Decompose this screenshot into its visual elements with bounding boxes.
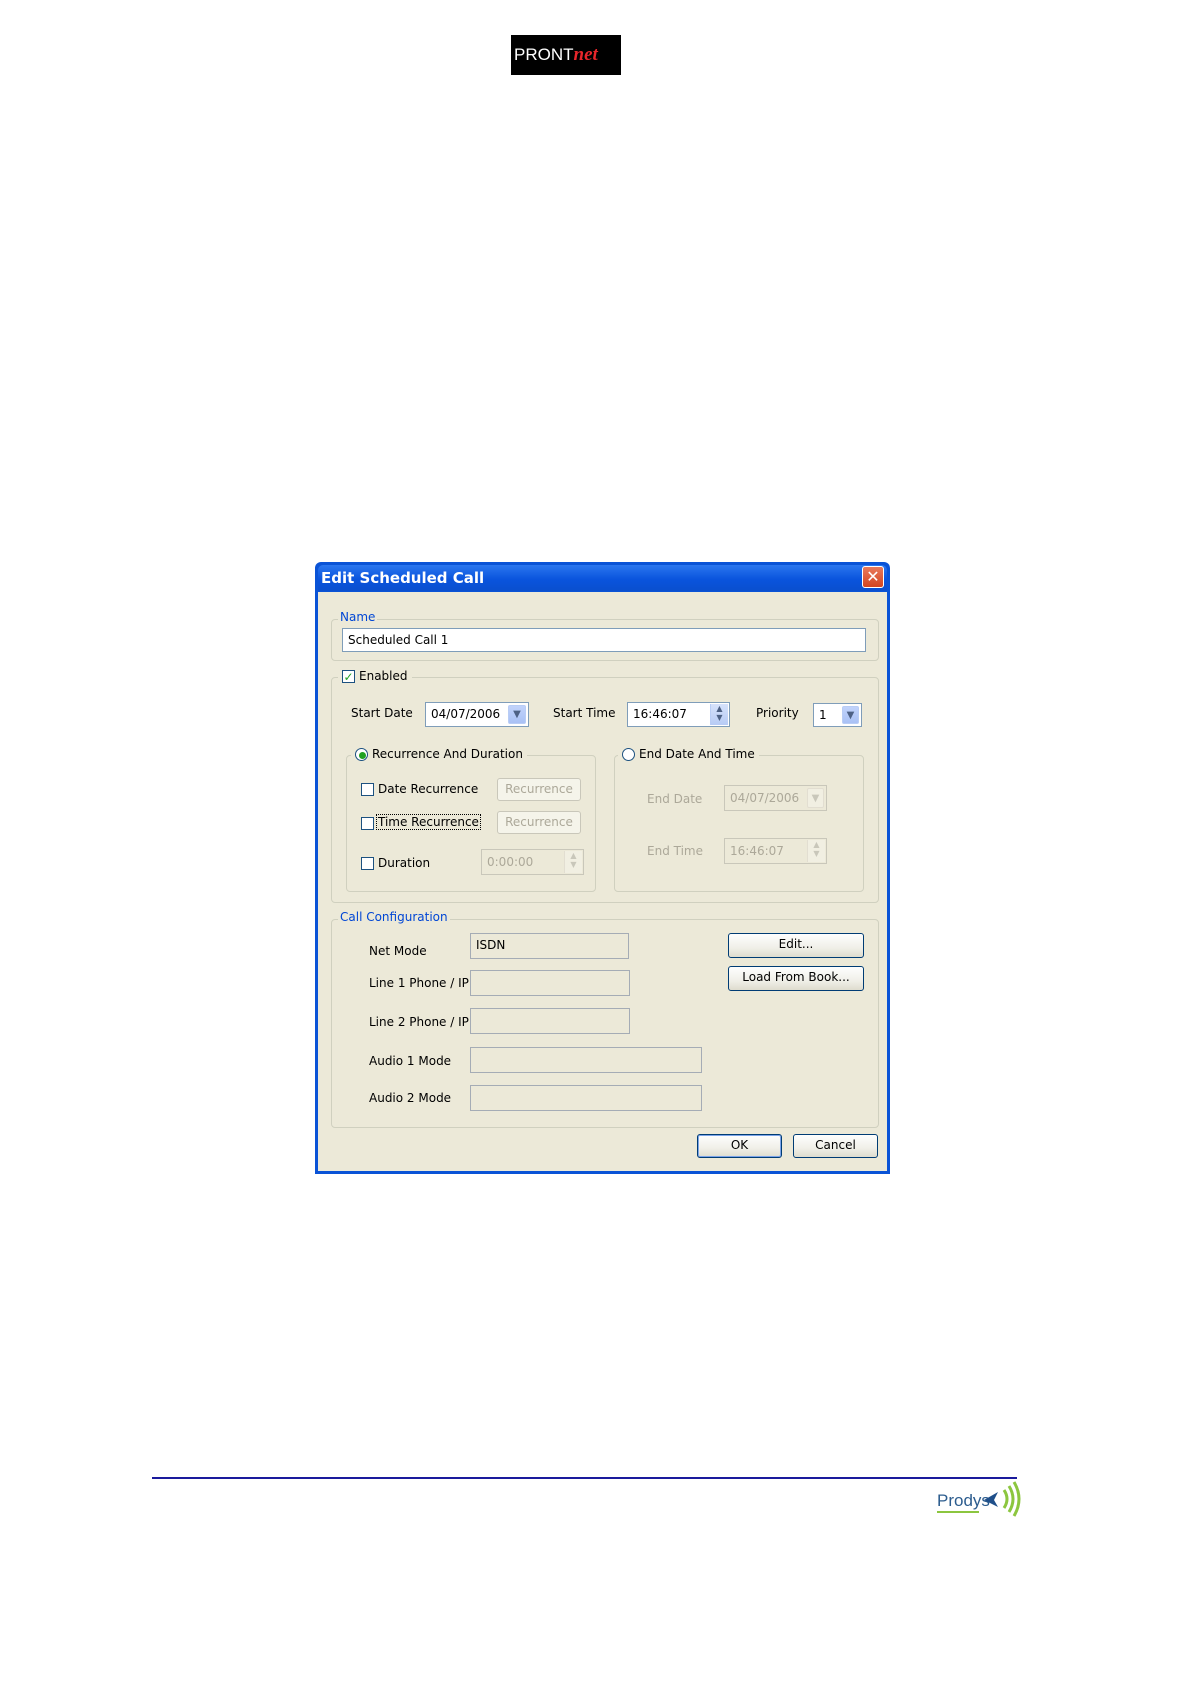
time-recurrence-checkbox[interactable] [361, 817, 374, 830]
end-time-value: 16:46:07 [730, 844, 784, 858]
start-date-picker[interactable]: 04/07/2006 ▼ [425, 702, 529, 727]
priority-select[interactable]: 1 ▼ [813, 703, 862, 727]
date-recurrence-button[interactable]: Recurrence [497, 778, 581, 801]
duration-spin-icon[interactable]: ▲ ▼ [564, 851, 582, 873]
priority-label: Priority [756, 706, 799, 720]
start-time-value: 16:46:07 [633, 707, 687, 721]
end-date-dropdown-icon[interactable]: ▼ [807, 788, 824, 808]
end-date-group [614, 755, 864, 892]
start-time-spin-icon[interactable]: ▲ ▼ [710, 704, 728, 725]
prodys-wave-icon [984, 1481, 1021, 1517]
end-date-group-legend: End Date And Time [618, 747, 759, 763]
close-button[interactable]: ✕ [862, 566, 884, 588]
end-date-label: End Date [647, 792, 703, 806]
date-recurrence-checkbox[interactable] [361, 783, 374, 796]
line2-field [470, 1008, 630, 1034]
recurrence-group-legend: Recurrence And Duration [351, 747, 527, 763]
end-time-label: End Time [647, 844, 703, 858]
footer-rule [152, 1477, 1017, 1479]
end-time-spinner[interactable]: 16:46:07 ▲ ▼ [724, 838, 827, 864]
line1-field [470, 970, 630, 996]
start-date-value: 04/07/2006 [431, 707, 501, 721]
time-recurrence-button[interactable]: Recurrence [497, 811, 581, 834]
cancel-button[interactable]: Cancel [793, 1134, 878, 1158]
name-group-legend: Name [338, 610, 378, 624]
start-date-label: Start Date [351, 706, 413, 720]
line2-label: Line 2 Phone / IP [369, 1015, 469, 1029]
line1-label: Line 1 Phone / IP [369, 976, 469, 990]
close-icon: ✕ [866, 567, 880, 586]
duration-spinner[interactable]: 0:00:00 ▲ ▼ [481, 849, 584, 875]
audio1-field [470, 1047, 702, 1073]
start-time-label: Start Time [553, 706, 616, 720]
recurrence-radio[interactable] [355, 748, 368, 761]
load-from-book-button[interactable]: Load From Book... [728, 966, 864, 991]
priority-value: 1 [819, 708, 827, 722]
enabled-checkbox[interactable]: ✓ [342, 670, 355, 683]
end-time-spin-icon[interactable]: ▲ ▼ [807, 840, 825, 862]
enabled-label: Enabled [359, 669, 408, 683]
edit-button[interactable]: Edit... [728, 933, 864, 958]
duration-label: Duration [378, 856, 431, 870]
audio2-label: Audio 2 Mode [369, 1091, 452, 1105]
ok-button[interactable]: OK [697, 1134, 782, 1158]
duration-checkbox[interactable] [361, 857, 374, 870]
audio2-field [470, 1085, 702, 1111]
priority-dropdown-icon[interactable]: ▼ [842, 706, 859, 724]
date-recurrence-label: Date Recurrence [378, 782, 479, 796]
recurrence-radio-label: Recurrence And Duration [372, 747, 523, 761]
end-date-radio[interactable] [622, 748, 635, 761]
duration-value: 0:00:00 [487, 855, 534, 869]
prodys-logo: Prodys [928, 1478, 1023, 1518]
audio1-label: Audio 1 Mode [369, 1054, 452, 1068]
end-date-value: 04/07/2006 [730, 791, 800, 805]
prodys-underline [937, 1511, 979, 1513]
start-date-dropdown-icon[interactable]: ▼ [508, 705, 526, 724]
dialog-title: Edit Scheduled Call [318, 565, 887, 591]
end-date-radio-label: End Date And Time [639, 747, 755, 761]
net-mode-field: ISDN [470, 933, 629, 959]
time-recurrence-label: Time Recurrence [376, 814, 481, 830]
name-input[interactable]: Scheduled Call 1 [342, 628, 866, 652]
net-mode-label: Net Mode [369, 944, 427, 958]
enabled-legend: ✓ Enabled [338, 669, 412, 685]
call-config-legend: Call Configuration [338, 910, 450, 924]
prontonet-logo: PRONTnet [511, 35, 621, 75]
start-time-spinner[interactable]: 16:46:07 ▲ ▼ [627, 702, 730, 727]
end-date-picker[interactable]: 04/07/2006 ▼ [724, 785, 827, 811]
